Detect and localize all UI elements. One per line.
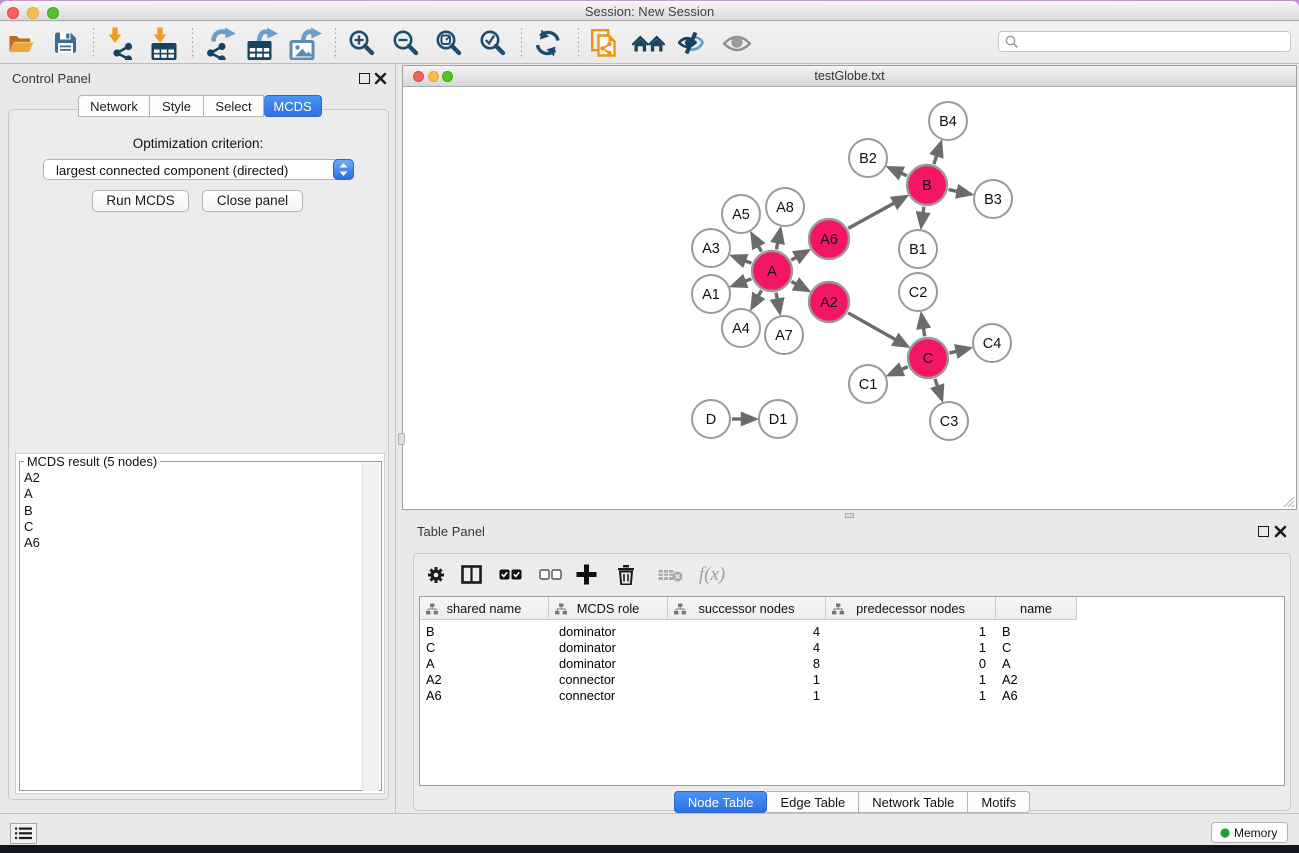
svg-text:B4: B4 bbox=[939, 114, 957, 130]
svg-text:B3: B3 bbox=[984, 192, 1002, 208]
svg-text:A1: A1 bbox=[702, 287, 720, 303]
svg-text:D: D bbox=[706, 412, 716, 428]
svg-text:A5: A5 bbox=[732, 207, 750, 223]
svg-text:A2: A2 bbox=[820, 295, 838, 311]
svg-text:C2: C2 bbox=[909, 285, 928, 301]
svg-text:B1: B1 bbox=[909, 242, 927, 258]
svg-text:B: B bbox=[922, 178, 932, 194]
svg-text:C: C bbox=[923, 351, 933, 367]
svg-text:B2: B2 bbox=[859, 151, 877, 167]
svg-text:A: A bbox=[767, 264, 777, 280]
svg-text:A6: A6 bbox=[820, 232, 838, 248]
svg-text:C3: C3 bbox=[940, 414, 959, 430]
svg-text:A3: A3 bbox=[702, 241, 720, 257]
svg-text:A4: A4 bbox=[732, 321, 750, 337]
svg-text:A8: A8 bbox=[776, 200, 794, 216]
svg-text:C4: C4 bbox=[983, 336, 1002, 352]
svg-text:A7: A7 bbox=[775, 328, 793, 344]
svg-text:D1: D1 bbox=[769, 412, 788, 428]
svg-text:C1: C1 bbox=[859, 377, 878, 393]
